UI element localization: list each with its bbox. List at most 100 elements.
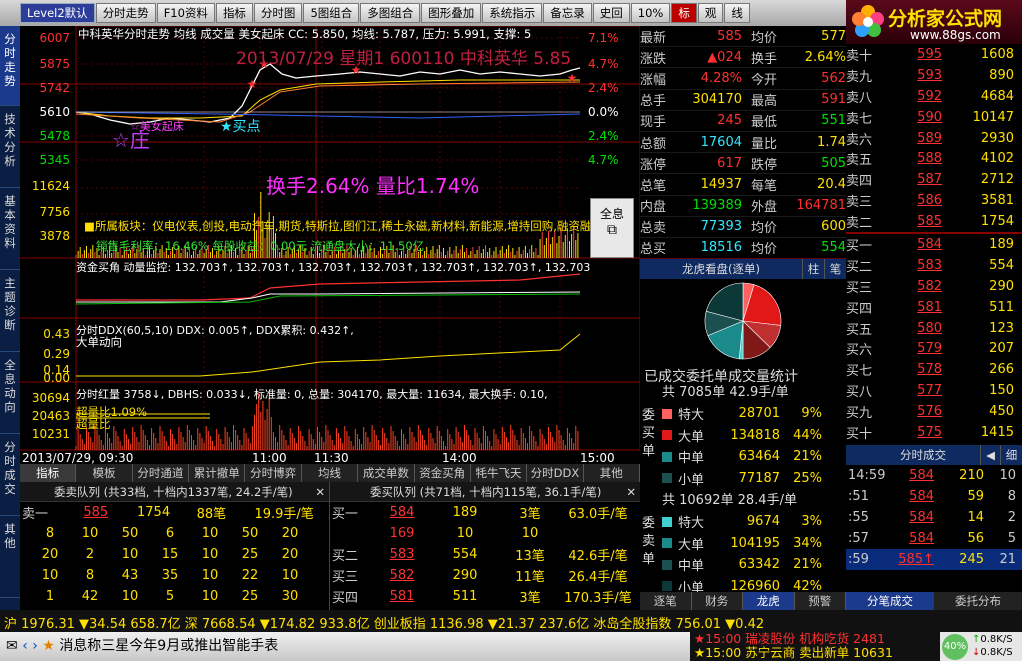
orderbook-sell-row[interactable]: 卖六 589 2930 [846, 128, 1022, 149]
buy-queue-cell: 582 [389, 568, 415, 583]
orderbook-price: 584 [917, 236, 942, 252]
ddx-tick: 0.43 [43, 327, 70, 341]
toolbar-item-5[interactable]: 5图组合 [303, 3, 360, 23]
tick-trade-row[interactable]: :57 584 56 5 [846, 528, 1022, 549]
lhk-tab-bar[interactable]: 柱 [802, 259, 824, 279]
orderbook-buy-row[interactable]: 买六 579 207 [846, 338, 1022, 359]
tick-trade-row[interactable]: :51 584 59 8 [846, 486, 1022, 507]
sidebar-tab-1[interactable]: 技术分析 [0, 106, 20, 188]
close-icon[interactable]: ✕ [626, 482, 636, 501]
orderbook-buy-row[interactable]: 买四 581 511 [846, 297, 1022, 318]
indicator-tab-4[interactable]: 分时博弈 [245, 464, 302, 482]
orderbook-sell-row[interactable]: 卖九 593 890 [846, 65, 1022, 86]
dist-block-buy: 共 7085单 42.9手/单 委买单 特大 28701 9% 大单 134818 44% 中单… [640, 383, 840, 491]
info-label: 总卖 [640, 221, 667, 237]
indicator-tab-0[interactable]: 指标 [20, 464, 77, 482]
toolbar-item-11[interactable]: 10% [630, 3, 671, 23]
toolbar-item-4[interactable]: 分时图 [253, 3, 303, 23]
buy-queue-cell: 13笔 [515, 549, 545, 564]
orderbook-sell-row[interactable]: 卖四 587 2712 [846, 169, 1022, 190]
nav-arrows-icon[interactable]: ‹ › [22, 638, 42, 654]
orderbook-buy-row[interactable]: 买一 584 189 [846, 234, 1022, 255]
toolbar-item-1[interactable]: 分时走势 [95, 3, 156, 23]
bottom-tab-3[interactable]: 预警 [795, 592, 846, 610]
orderbook-buy-row[interactable]: 买五 580 123 [846, 318, 1022, 339]
orderbook-sell-row[interactable]: 卖二 585 1754 [846, 211, 1022, 232]
indicator-tab-3[interactable]: 累计撤单 [189, 464, 246, 482]
bottom-tab-1[interactable]: 财务 [692, 592, 743, 610]
orderbook-sell-row[interactable]: 卖八 592 4684 [846, 86, 1022, 107]
orderbook-buy-row[interactable]: 买九 576 450 [846, 401, 1022, 422]
tick-trade-row[interactable]: 14:59 584 210 10 [846, 465, 1022, 486]
lhk-tab-bi[interactable]: 笔 [824, 259, 846, 279]
toolbar-item-7[interactable]: 图形叠加 [421, 3, 482, 23]
indicator-tab-7[interactable]: 资金买角 [415, 464, 471, 482]
buy-queue-cell: 42.6手/笔 [568, 549, 628, 564]
mail-icon[interactable]: ✉ [0, 638, 18, 654]
tick-trade-row[interactable]: :59 585↑ 245 21 [846, 549, 1022, 570]
sidebar-tab-2[interactable]: 基本资料 [0, 188, 20, 270]
toolbar-item-6[interactable]: 多图组合 [360, 3, 421, 23]
detail-button[interactable]: 细 [1000, 445, 1022, 465]
toolbar-item-3[interactable]: 指标 [215, 3, 253, 23]
alert-2[interactable]: ★15:00 苏宁云商 卖出新单 10631 [690, 646, 940, 660]
indicator-tab-1[interactable]: 模板 [76, 464, 133, 482]
lhk-panel: 龙虎看盘(逐单) 柱 笔 已成交委托单成交量统计 [640, 258, 846, 385]
orderbook-sell-row[interactable]: 卖七 590 10147 [846, 107, 1022, 128]
tab-weituo[interactable]: 委托分布 [934, 592, 1022, 610]
news-text[interactable]: 消息称三星今年9月或推出智能手表 [59, 638, 278, 654]
tick-price: 584 [909, 489, 934, 504]
bottom-tab-0[interactable]: 逐笔 [640, 592, 692, 610]
sidebar-tab-6[interactable]: 其他 [0, 516, 20, 598]
close-icon[interactable]: ✕ [315, 482, 325, 501]
lhk-tab-main[interactable]: 龙虎看盘(逐单) [640, 259, 802, 279]
indicator-tab-10[interactable]: 其他 [584, 464, 640, 482]
sidebar-tab-0[interactable]: 分时走势 [0, 26, 20, 106]
info-label: 换手 [750, 51, 777, 67]
quanxi-button[interactable]: 全息 ⧉ [590, 198, 634, 258]
tick-trade-row[interactable]: :55 584 14 2 [846, 507, 1022, 528]
orderbook-sell-row[interactable]: 卖三 586 3581 [846, 190, 1022, 211]
sidebar-tab-4[interactable]: 全息动向 [0, 352, 20, 434]
info-label: 涨跌 [640, 51, 667, 67]
toolbar-item-13[interactable]: 观 [697, 3, 724, 23]
toolbar-item-14[interactable]: 线 [724, 3, 750, 23]
indicator-tab-5[interactable]: 均线 [302, 464, 359, 482]
brand-title: 分析家公式网 [888, 8, 1003, 30]
info-row: 涨幅 4.28% 今开 562 [640, 68, 846, 90]
orderbook-buy-row[interactable]: 买二 583 554 [846, 255, 1022, 276]
orderbook-buy-row[interactable]: 买八 577 150 [846, 380, 1022, 401]
orderbook-buy-row[interactable]: 买十 575 1415 [846, 422, 1022, 443]
sell-queue-first-1: 585 [83, 505, 109, 520]
toolbar-item-9[interactable]: 备忘录 [543, 3, 592, 23]
toolbar-item-2[interactable]: F10资料 [156, 3, 215, 23]
orderbook-label: 买三 [846, 280, 873, 296]
sidebar-tab-3[interactable]: 主题诊断 [0, 270, 20, 352]
info-value: 577 [821, 28, 846, 44]
indicator-tab-2[interactable]: 分时通道 [133, 464, 190, 482]
toolbar-item-12[interactable]: 标 [671, 3, 697, 23]
info-label: 量比 [750, 136, 777, 152]
ddx-tick: 0.00 [43, 371, 70, 385]
vol-tick: 11624 [32, 179, 70, 193]
orderbook-sell-row[interactable]: 卖五 588 4102 [846, 148, 1022, 169]
tab-fenbi[interactable]: 分笔成交 [846, 592, 934, 610]
orderbook-label: 买十 [846, 426, 873, 442]
toolbar-item-8[interactable]: 系统指示 [482, 3, 543, 23]
alert-1[interactable]: ★15:00 瑞凌股份 机构吃货 2481 [690, 632, 940, 646]
sidebar-tab-5[interactable]: 分时成交 [0, 434, 20, 516]
bottom-tab-2[interactable]: 龙虎 [743, 592, 795, 610]
orderbook-buy-row[interactable]: 买七 578 266 [846, 359, 1022, 380]
toolbar-item-0[interactable]: Level2默认 [20, 3, 95, 23]
sell-queue-cell: 6 [165, 526, 175, 541]
indicator-tab-6[interactable]: 成交单数 [358, 464, 415, 482]
indicator-tab-9[interactable]: 分时DDX [527, 464, 584, 482]
pct-tick: 4.7% [588, 57, 619, 71]
indicator-tab-8[interactable]: 牦牛飞天 [471, 464, 528, 482]
toolbar-item-10[interactable]: 史回 [592, 3, 630, 23]
info-label: 总额 [640, 136, 667, 152]
orderbook-sell-row[interactable]: 卖十 595 1608 [846, 44, 1022, 65]
prev-icon[interactable]: ◀ [980, 445, 1000, 465]
orderbook-buy-row[interactable]: 买三 582 290 [846, 276, 1022, 297]
margin-row: 销售毛利率：16.46% 每股收益：0.00元 流通盘大小：11.50亿 [96, 239, 425, 253]
